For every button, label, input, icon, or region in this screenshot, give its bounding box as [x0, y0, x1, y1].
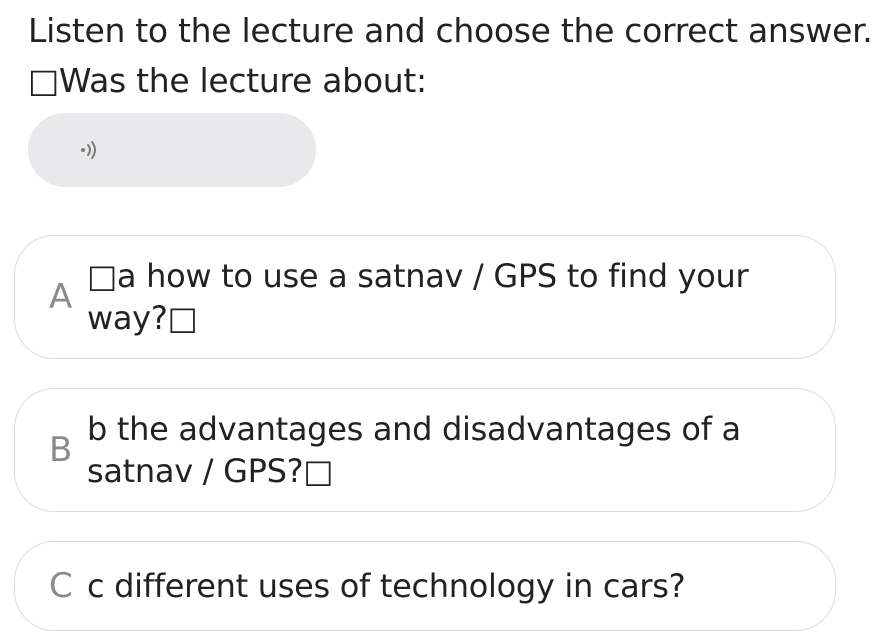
- option-letter-c: C: [49, 566, 73, 606]
- instruction-text: Listen to the lecture and choose the cor…: [28, 11, 873, 50]
- option-a[interactable]: A □a how to use a satnav / GPS to find y…: [14, 235, 836, 359]
- question-text: □Was the lecture about:: [28, 61, 427, 100]
- option-text-a: □a how to use a satnav / GPS to find you…: [87, 257, 749, 337]
- speaker-icon: [81, 141, 96, 159]
- option-text-c: c different uses of technology in cars?: [87, 567, 686, 605]
- audio-play-button[interactable]: [28, 113, 316, 187]
- option-text-b: b the advantages and disadvantages of a …: [87, 410, 741, 490]
- option-letter-b: B: [49, 430, 73, 470]
- option-c[interactable]: C c different uses of technology in cars…: [14, 541, 836, 631]
- option-b[interactable]: B b the advantages and disadvantages of …: [14, 388, 836, 512]
- option-letter-a: A: [49, 277, 73, 317]
